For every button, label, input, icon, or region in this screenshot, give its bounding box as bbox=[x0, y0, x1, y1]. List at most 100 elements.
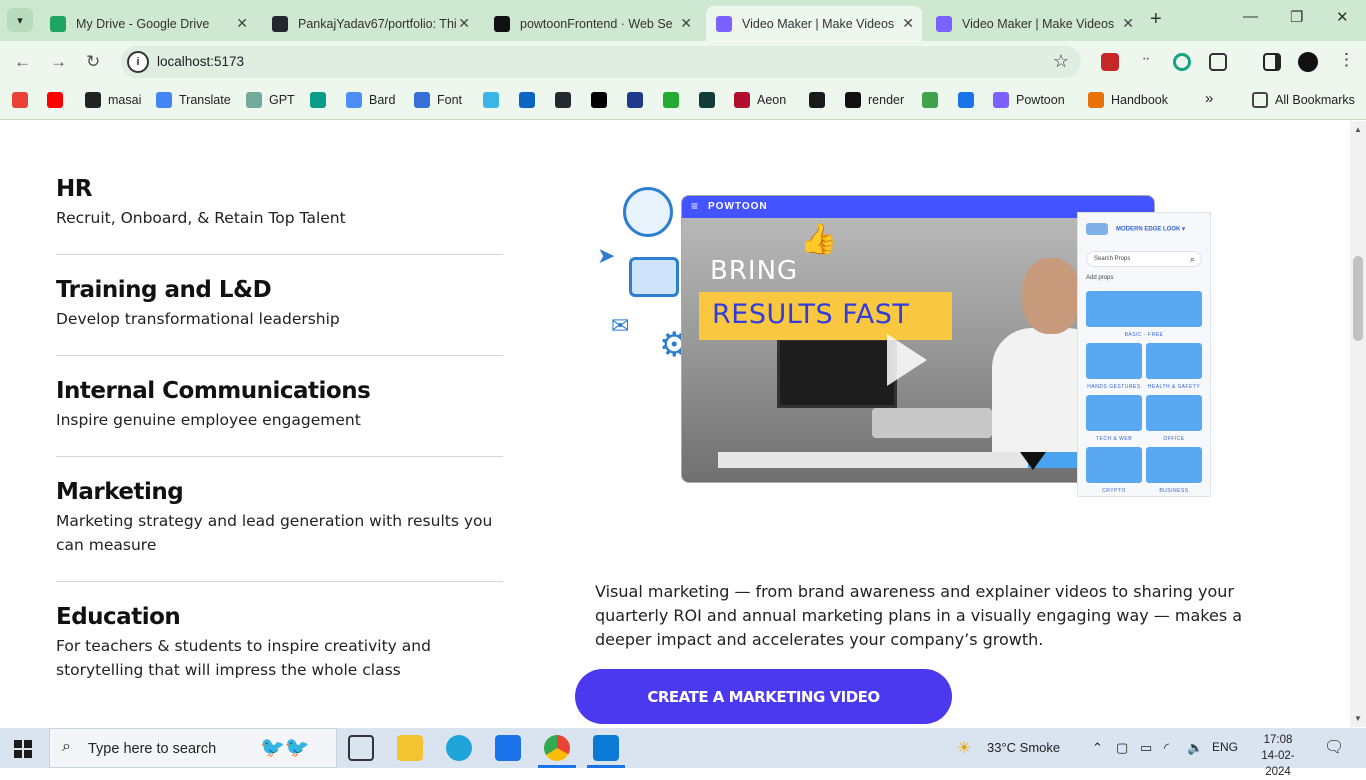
bookmark-item[interactable] bbox=[627, 92, 650, 108]
prop-tile-label: HANDS GESTURES bbox=[1087, 384, 1141, 390]
play-icon[interactable] bbox=[887, 334, 927, 386]
browser-tab[interactable]: Video Maker | Make Videos ✕ bbox=[926, 6, 1142, 41]
volume-icon[interactable]: 🔈 bbox=[1187, 740, 1203, 756]
tab-close-icon[interactable]: ✕ bbox=[902, 15, 914, 32]
timeline-marker[interactable] bbox=[1020, 452, 1046, 470]
bookmark-item[interactable]: GPT bbox=[246, 92, 295, 108]
prop-tile-tech[interactable] bbox=[1086, 395, 1142, 431]
language-indicator[interactable]: ENG bbox=[1212, 740, 1238, 754]
battery-icon[interactable]: ▭ bbox=[1140, 740, 1152, 756]
browser-tab[interactable]: PankajYadav67/portfolio: Thi ✕ bbox=[262, 6, 478, 41]
prop-tile-basic[interactable] bbox=[1086, 291, 1202, 327]
extension-icon[interactable] bbox=[1101, 53, 1119, 71]
weather-text[interactable]: 33°C Smoke bbox=[987, 740, 1060, 755]
category-title: Education bbox=[56, 604, 181, 630]
bookmark-item[interactable] bbox=[809, 92, 832, 108]
prop-tile-business[interactable] bbox=[1146, 447, 1202, 483]
bookmark-item[interactable] bbox=[555, 92, 578, 108]
file-explorer-icon[interactable] bbox=[397, 735, 423, 761]
weather-icon: ☀ bbox=[957, 740, 972, 757]
browser-tab[interactable]: Video Maker | Make Videos ✕ bbox=[706, 6, 922, 41]
wifi-icon[interactable]: ◜ bbox=[1164, 740, 1169, 756]
prop-tile-health[interactable] bbox=[1146, 343, 1202, 379]
scrollbar-thumb[interactable] bbox=[1353, 256, 1363, 341]
address-bar[interactable]: i localhost:5173 ☆ bbox=[121, 46, 1081, 78]
bookmark-item[interactable]: Aeon bbox=[734, 92, 786, 108]
scroll-up-icon[interactable]: ▲ bbox=[1354, 125, 1362, 134]
new-tab-button[interactable]: + bbox=[1150, 8, 1162, 31]
bookmark-favicon-icon bbox=[12, 92, 28, 108]
tray-chevron-icon[interactable]: ⌃ bbox=[1092, 740, 1103, 756]
notifications-icon[interactable]: 🗨 bbox=[1324, 737, 1344, 757]
create-marketing-video-button[interactable]: CREATE A MARKETING VIDEO bbox=[575, 669, 952, 724]
props-style-dropdown[interactable]: MODERN EDGE LOOK ▾ bbox=[1086, 223, 1185, 235]
bookmark-item[interactable]: Bard bbox=[346, 92, 395, 108]
bookmark-item[interactable]: Translate bbox=[156, 92, 231, 108]
edge-icon[interactable] bbox=[446, 735, 472, 761]
prop-tile-office[interactable] bbox=[1146, 395, 1202, 431]
bookmark-item[interactable] bbox=[663, 92, 686, 108]
forward-icon[interactable]: → bbox=[50, 52, 67, 72]
bookmark-item[interactable] bbox=[12, 92, 35, 108]
bookmark-item[interactable] bbox=[483, 92, 506, 108]
extensions-puzzle-icon[interactable] bbox=[1209, 53, 1227, 71]
bookmark-item[interactable] bbox=[922, 92, 945, 108]
bookmark-item[interactable]: Powtoon bbox=[993, 92, 1065, 108]
grammarly-icon[interactable] bbox=[1173, 53, 1191, 71]
browser-tab[interactable]: My Drive - Google Drive ✕ bbox=[40, 6, 256, 41]
reload-icon[interactable]: ↻ bbox=[86, 52, 100, 72]
task-view-icon[interactable] bbox=[348, 735, 374, 761]
category-education[interactable]: Education For teachers & students to ins… bbox=[56, 604, 503, 682]
tab-close-icon[interactable]: ✕ bbox=[1122, 15, 1134, 32]
bookmark-item[interactable] bbox=[519, 92, 542, 108]
taskbar-search-box[interactable]: ⌕ Type here to search 🐦🐦 bbox=[49, 728, 337, 768]
site-info-icon[interactable]: i bbox=[127, 51, 149, 73]
chrome-icon[interactable] bbox=[544, 735, 570, 761]
prop-tile-hands[interactable] bbox=[1086, 343, 1142, 379]
bookmark-item[interactable]: masai bbox=[85, 92, 141, 108]
bookmark-item[interactable] bbox=[310, 92, 333, 108]
bookmark-label: Handbook bbox=[1111, 93, 1168, 107]
restore-icon[interactable]: ❐ bbox=[1290, 8, 1303, 26]
tab-close-icon[interactable]: ✕ bbox=[680, 15, 692, 32]
browser-menu-icon[interactable]: ⋮ bbox=[1338, 50, 1355, 70]
profile-avatar[interactable] bbox=[1298, 52, 1318, 72]
tab-close-icon[interactable]: ✕ bbox=[236, 15, 248, 32]
category-description: Marketing strategy and lead generation w… bbox=[56, 512, 493, 554]
clock[interactable]: 17:08 14-02-2024 bbox=[1250, 732, 1306, 780]
all-bookmarks-folder[interactable]: All Bookmarks bbox=[1252, 92, 1355, 108]
tab-search-button[interactable]: ▾ bbox=[7, 8, 33, 32]
bookmark-item[interactable] bbox=[591, 92, 614, 108]
vscode-icon[interactable] bbox=[593, 735, 619, 761]
bookmark-item[interactable] bbox=[699, 92, 722, 108]
windows-start-icon[interactable] bbox=[14, 740, 32, 758]
mail-icon[interactable] bbox=[495, 735, 521, 761]
video-timeline[interactable] bbox=[718, 452, 1118, 470]
category-internal-communications[interactable]: Internal Communications Inspire genuine … bbox=[56, 378, 503, 432]
side-panel-icon[interactable] bbox=[1263, 53, 1281, 71]
minimize-icon[interactable]: — bbox=[1243, 8, 1258, 25]
props-search-input[interactable]: Search Props ⌕ bbox=[1086, 251, 1202, 267]
close-window-icon[interactable]: ✕ bbox=[1336, 8, 1349, 26]
category-training[interactable]: Training and L&D Develop transformationa… bbox=[56, 277, 503, 331]
extension-dots-icon[interactable]: ⠒ bbox=[1137, 53, 1155, 71]
tab-favicon-icon bbox=[50, 15, 66, 32]
prop-tile-crypto[interactable] bbox=[1086, 447, 1142, 483]
bookmark-item[interactable] bbox=[958, 92, 981, 108]
bookmark-item[interactable] bbox=[47, 92, 70, 108]
paper-plane-icon: ➤ bbox=[597, 243, 616, 268]
more-bookmarks-icon[interactable]: » bbox=[1205, 90, 1213, 107]
back-icon[interactable]: ← bbox=[14, 52, 31, 72]
laptop-shape bbox=[872, 408, 992, 438]
page-scrollbar[interactable]: ▲ ▼ bbox=[1350, 121, 1366, 727]
bookmark-star-icon[interactable]: ☆ bbox=[1053, 51, 1069, 72]
category-marketing[interactable]: Marketing Marketing strategy and lead ge… bbox=[56, 479, 503, 557]
bookmark-item[interactable]: render bbox=[845, 92, 904, 108]
bookmark-item[interactable]: Font bbox=[414, 92, 462, 108]
meet-now-icon[interactable]: ▢ bbox=[1116, 740, 1128, 756]
bookmark-item[interactable]: Handbook bbox=[1088, 92, 1168, 108]
tab-close-icon[interactable]: ✕ bbox=[458, 15, 470, 32]
category-hr[interactable]: HR Recruit, Onboard, & Retain Top Talent bbox=[56, 176, 503, 230]
browser-tab[interactable]: powtoonFrontend · Web Se ✕ bbox=[484, 6, 700, 41]
scroll-down-icon[interactable]: ▼ bbox=[1354, 714, 1362, 723]
